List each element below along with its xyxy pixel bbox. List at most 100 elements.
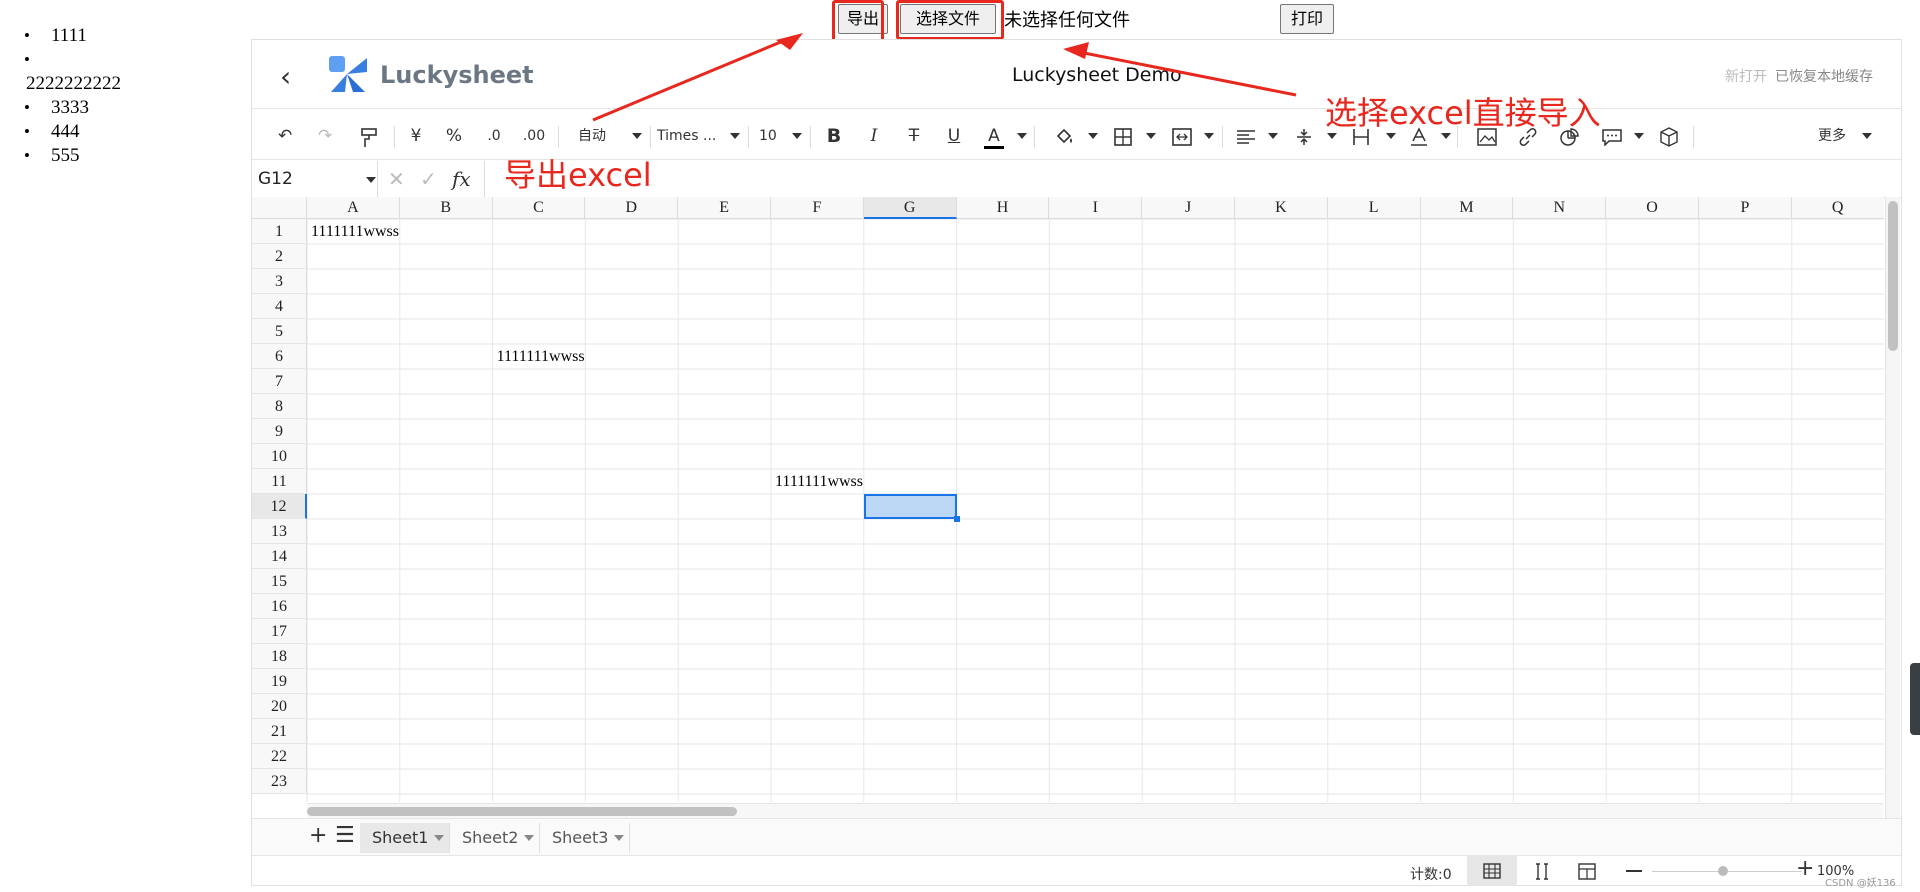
row-header-1[interactable]: 1: [252, 219, 307, 244]
back-icon[interactable]: ‹: [280, 60, 291, 93]
add-sheet-icon[interactable]: +: [309, 823, 327, 848]
row-header-20[interactable]: 20: [252, 694, 307, 719]
column-header-k[interactable]: K: [1235, 197, 1328, 219]
column-header-d[interactable]: D: [585, 197, 679, 219]
row-header-19[interactable]: 19: [252, 669, 307, 694]
percent-icon[interactable]: %: [444, 124, 464, 148]
decrease-decimal-icon[interactable]: .0: [484, 124, 504, 148]
chevron-down-icon[interactable]: [730, 133, 740, 139]
scroll-thumb[interactable]: [307, 807, 737, 816]
zoom-in-icon[interactable]: +: [1796, 856, 1814, 881]
column-header-a[interactable]: A: [307, 197, 400, 219]
row-header-10[interactable]: 10: [252, 444, 307, 469]
currency-icon[interactable]: ¥: [406, 124, 426, 148]
side-widget[interactable]: [1910, 663, 1920, 735]
align-left-icon[interactable]: [1236, 129, 1256, 145]
redo-icon[interactable]: ↷: [318, 124, 332, 148]
row-header-8[interactable]: 8: [252, 394, 307, 419]
function-icon[interactable]: fx: [452, 167, 471, 191]
column-header-b[interactable]: B: [399, 197, 493, 219]
column-header-h[interactable]: H: [956, 197, 1050, 219]
row-header-5[interactable]: 5: [252, 319, 307, 344]
column-header-l[interactable]: L: [1327, 197, 1421, 219]
chevron-down-icon[interactable]: [614, 835, 624, 841]
confirm-icon[interactable]: ✓: [420, 167, 437, 191]
chevron-down-icon[interactable]: [366, 177, 376, 183]
chevron-down-icon[interactable]: [524, 835, 534, 841]
chevron-down-icon[interactable]: [1017, 133, 1027, 139]
row-header-13[interactable]: 13: [252, 519, 307, 544]
column-header-m[interactable]: M: [1420, 197, 1514, 219]
italic-icon[interactable]: I: [864, 124, 884, 148]
chevron-down-icon[interactable]: [1088, 133, 1098, 139]
row-header-9[interactable]: 9: [252, 419, 307, 444]
sheet-list-icon[interactable]: ☰: [335, 823, 355, 848]
chevron-down-icon[interactable]: [632, 133, 642, 139]
cube-icon[interactable]: [1659, 127, 1679, 147]
chevron-down-icon[interactable]: [1204, 133, 1214, 139]
row-header-23[interactable]: 23: [252, 769, 307, 794]
undo-icon[interactable]: ↶: [278, 124, 292, 148]
zoom-slider-handle[interactable]: [1718, 866, 1728, 876]
row-header-7[interactable]: 7: [252, 369, 307, 394]
fill-color-icon[interactable]: [1054, 128, 1074, 146]
tab-sheet3[interactable]: Sheet3: [540, 823, 630, 853]
underline-icon[interactable]: U: [944, 124, 964, 148]
comment-icon[interactable]: [1602, 128, 1622, 146]
column-header-g[interactable]: G: [863, 197, 957, 219]
normal-view-button[interactable]: [1467, 856, 1517, 886]
selected-cell-g12[interactable]: [863, 494, 957, 519]
chevron-down-icon[interactable]: [1268, 133, 1278, 139]
chevron-down-icon[interactable]: [1146, 133, 1156, 139]
vertical-align-icon[interactable]: [1296, 128, 1312, 146]
column-header-i[interactable]: I: [1049, 197, 1143, 219]
chevron-down-icon[interactable]: [792, 133, 802, 139]
zoom-out-icon[interactable]: [1626, 870, 1642, 872]
column-header-f[interactable]: F: [771, 197, 864, 219]
horizontal-scrollbar[interactable]: [307, 803, 1883, 818]
row-header-11[interactable]: 11: [252, 469, 307, 494]
page-break-view-icon[interactable]: [1534, 863, 1550, 880]
row-header-2[interactable]: 2: [252, 244, 307, 269]
column-header-q[interactable]: Q: [1791, 197, 1884, 219]
column-header-n[interactable]: N: [1513, 197, 1607, 219]
row-header-15[interactable]: 15: [252, 569, 307, 594]
column-header-e[interactable]: E: [678, 197, 771, 219]
text-color-icon[interactable]: A: [984, 124, 1004, 149]
chevron-down-icon[interactable]: [1634, 133, 1644, 139]
column-header-c[interactable]: C: [492, 197, 586, 219]
row-header-17[interactable]: 17: [252, 619, 307, 644]
merge-cells-icon[interactable]: [1172, 128, 1192, 146]
font-size-select[interactable]: 10: [759, 124, 777, 148]
font-family-select[interactable]: Times ...: [657, 124, 716, 148]
row-header-4[interactable]: 4: [252, 294, 307, 319]
number-format-select[interactable]: 自动: [578, 124, 606, 148]
tab-sheet2[interactable]: Sheet2: [450, 823, 540, 853]
fill-handle[interactable]: [953, 516, 960, 522]
row-header-18[interactable]: 18: [252, 644, 307, 669]
page-layout-view-icon[interactable]: [1578, 863, 1596, 880]
name-box[interactable]: G12: [258, 169, 293, 189]
format-painter-icon[interactable]: [360, 128, 378, 148]
column-header-o[interactable]: O: [1606, 197, 1699, 219]
row-header-3[interactable]: 3: [252, 269, 307, 294]
row-header-21[interactable]: 21: [252, 719, 307, 744]
row-header-6[interactable]: 6: [252, 344, 307, 369]
scroll-thumb[interactable]: [1888, 201, 1898, 351]
chevron-down-icon[interactable]: [1862, 133, 1872, 139]
column-header-j[interactable]: J: [1142, 197, 1235, 219]
border-icon[interactable]: [1114, 128, 1132, 146]
vertical-scrollbar[interactable]: [1885, 197, 1900, 837]
strikethrough-icon[interactable]: T: [904, 124, 924, 148]
tab-sheet1[interactable]: Sheet1: [360, 823, 450, 853]
row-header-12[interactable]: 12: [252, 494, 307, 519]
increase-decimal-icon[interactable]: .00: [522, 124, 546, 148]
cell-c6[interactable]: 1111111wwss: [493, 344, 586, 369]
corner-header[interactable]: [252, 197, 307, 219]
sheet-grid[interactable]: A B C D E F G H I J K L M N O P Q 1 2 3 4 5 6 7 8 9 10 11 12 13 14 15 16…: [252, 197, 1884, 802]
cancel-icon[interactable]: ✕: [388, 167, 405, 191]
row-header-16[interactable]: 16: [252, 594, 307, 619]
row-header-22[interactable]: 22: [252, 744, 307, 769]
cell-f11[interactable]: 1111111wwss: [771, 469, 864, 494]
cell-a1[interactable]: 1111111wwss: [307, 219, 400, 244]
